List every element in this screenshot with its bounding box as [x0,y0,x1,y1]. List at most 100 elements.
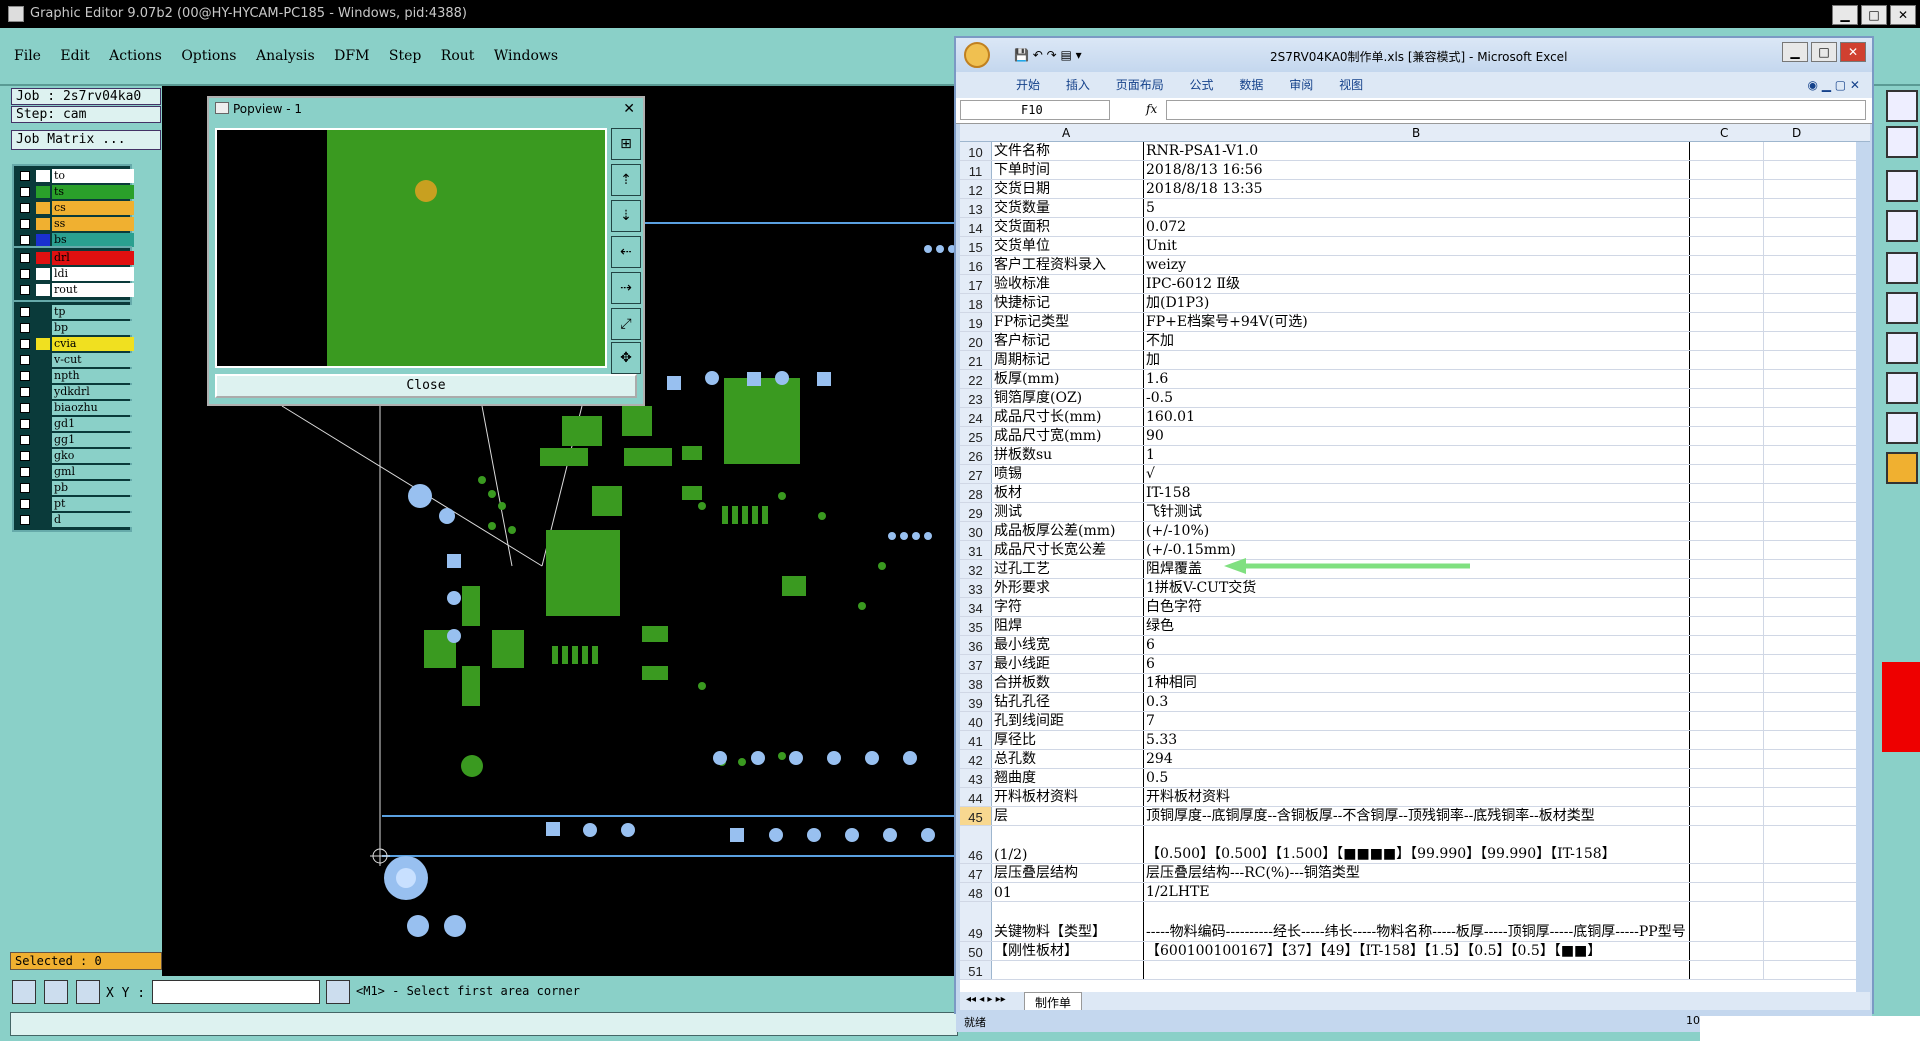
tool-text-icon[interactable] [1886,332,1918,364]
layer-name[interactable]: cvia [52,337,134,351]
cell-c[interactable] [1690,275,1764,293]
row-number[interactable]: 23 [960,389,992,407]
cell-a[interactable]: 层压叠层结构 [992,864,1144,882]
cell-a[interactable]: 板厚(mm) [992,370,1144,388]
layer-name[interactable]: gko [52,449,134,463]
cell-b[interactable]: 顶铜厚度--底铜厚度--含铜板厚--不含铜厚--顶残铜率--底残铜率--板材类型 [1144,807,1690,825]
cell-c[interactable] [1690,142,1764,160]
cell-b[interactable]: FP+E档案号+94V(可选) [1144,313,1690,331]
row-number[interactable]: 38 [960,674,992,692]
cell-c[interactable] [1690,180,1764,198]
cell-b[interactable]: 1 [1144,446,1690,464]
cell-a[interactable]: 厚径比 [992,731,1144,749]
cell-b[interactable]: IT-158 [1144,484,1690,502]
cell-c[interactable] [1690,370,1764,388]
maximize-icon[interactable]: □ [1861,5,1887,25]
layer-row-gml[interactable]: gml [16,464,134,480]
col-header-a[interactable]: A [1062,126,1070,140]
layer-row-drl[interactable]: drl [16,250,134,266]
layer-row-v-cut[interactable]: v-cut [16,352,134,368]
row-number[interactable]: 27 [960,465,992,483]
cell-a[interactable] [992,961,1144,979]
cell-c[interactable] [1690,788,1764,806]
zoom-icon[interactable] [12,980,36,1004]
row-number[interactable]: 37 [960,655,992,673]
cell-a[interactable]: 交货单位 [992,237,1144,255]
tab-formulas[interactable]: 公式 [1190,72,1214,98]
cell-a[interactable]: 下单时间 [992,161,1144,179]
cell-a[interactable]: 关键物料【类型】 [992,902,1144,941]
row-number[interactable]: 16 [960,256,992,274]
layer-name[interactable]: v-cut [52,353,134,367]
layer-name[interactable]: bs [52,233,134,247]
cell-a[interactable]: 孔到线间距 [992,712,1144,730]
layer-checkbox[interactable] [20,403,30,413]
row-number[interactable]: 42 [960,750,992,768]
tool-copy-icon[interactable] [1886,372,1918,404]
cell-c[interactable] [1690,826,1764,863]
cell-a[interactable]: 总孔数 [992,750,1144,768]
cell-a[interactable]: 客户工程资料录入 [992,256,1144,274]
xy-input[interactable] [152,980,320,1004]
layer-checkbox[interactable] [20,515,30,525]
cell-c[interactable] [1690,503,1764,521]
fx-icon[interactable]: fx [1146,102,1157,116]
cell-b[interactable]: 1拼板V-CUT交货 [1144,579,1690,597]
cell-a[interactable]: 铜箔厚度(OZ) [992,389,1144,407]
row-number[interactable]: 49 [960,902,992,941]
measure-icon[interactable] [44,980,68,1004]
row-number[interactable]: 28 [960,484,992,502]
layer-checkbox[interactable] [20,285,30,295]
layer-row-ldi[interactable]: ldi [16,266,134,282]
row-number[interactable]: 41 [960,731,992,749]
cell-c[interactable] [1690,674,1764,692]
cell-a[interactable]: 成品尺寸宽(mm) [992,427,1144,445]
menu-edit[interactable]: Edit [60,48,89,64]
cell-a[interactable]: 钻孔孔径 [992,693,1144,711]
cell-a[interactable]: 最小线距 [992,655,1144,673]
cell-b[interactable]: 飞针测试 [1144,503,1690,521]
menu-windows[interactable]: Windows [494,48,558,64]
cell-c[interactable] [1690,769,1764,787]
cell-c[interactable] [1690,712,1764,730]
tool-snap-icon[interactable] [1886,126,1918,158]
layer-name[interactable]: ldi [52,267,134,281]
row-number[interactable]: 14 [960,218,992,236]
cell-a[interactable]: 拼板数su [992,446,1144,464]
cell-a[interactable]: 验收标准 [992,275,1144,293]
layer-name[interactable]: biaozhu [52,401,134,415]
layer-row-gg1[interactable]: gg1 [16,432,134,448]
menu-step[interactable]: Step [389,48,421,64]
popview-fit-icon[interactable]: ⤢ [611,308,641,340]
text-cursor-icon[interactable] [326,980,350,1004]
cell-a[interactable]: 成品尺寸长(mm) [992,408,1144,426]
row-number[interactable]: 18 [960,294,992,312]
tool-record-icon[interactable] [1886,252,1918,284]
office-button-icon[interactable] [964,42,990,68]
row-number[interactable]: 22 [960,370,992,388]
row-number[interactable]: 44 [960,788,992,806]
cell-a[interactable]: 阻焊 [992,617,1144,635]
layer-checkbox[interactable] [20,253,30,263]
layer-checkbox[interactable] [20,419,30,429]
layer-row-bp[interactable]: bp [16,320,134,336]
cell-c[interactable] [1690,199,1764,217]
popview-close-icon[interactable]: ✕ [623,98,635,120]
layer-checkbox[interactable] [20,307,30,317]
cell-b[interactable]: 294 [1144,750,1690,768]
cell-c[interactable] [1690,541,1764,559]
cell-b[interactable]: (+/-10%) [1144,522,1690,540]
row-number[interactable]: 31 [960,541,992,559]
cell-b[interactable]: Unit [1144,237,1690,255]
cell-a[interactable]: (1/2) [992,826,1144,863]
layer-row-gd1[interactable]: gd1 [16,416,134,432]
layer-checkbox[interactable] [20,387,30,397]
layer-row-rout[interactable]: rout [16,282,134,298]
cell-c[interactable] [1690,294,1764,312]
grid-icon[interactable] [76,980,100,1004]
menu-file[interactable]: File [14,48,41,64]
cell-c[interactable] [1690,465,1764,483]
cell-b[interactable]: 加(D1P3) [1144,294,1690,312]
cell-a[interactable]: 翘曲度 [992,769,1144,787]
layer-checkbox[interactable] [20,355,30,365]
